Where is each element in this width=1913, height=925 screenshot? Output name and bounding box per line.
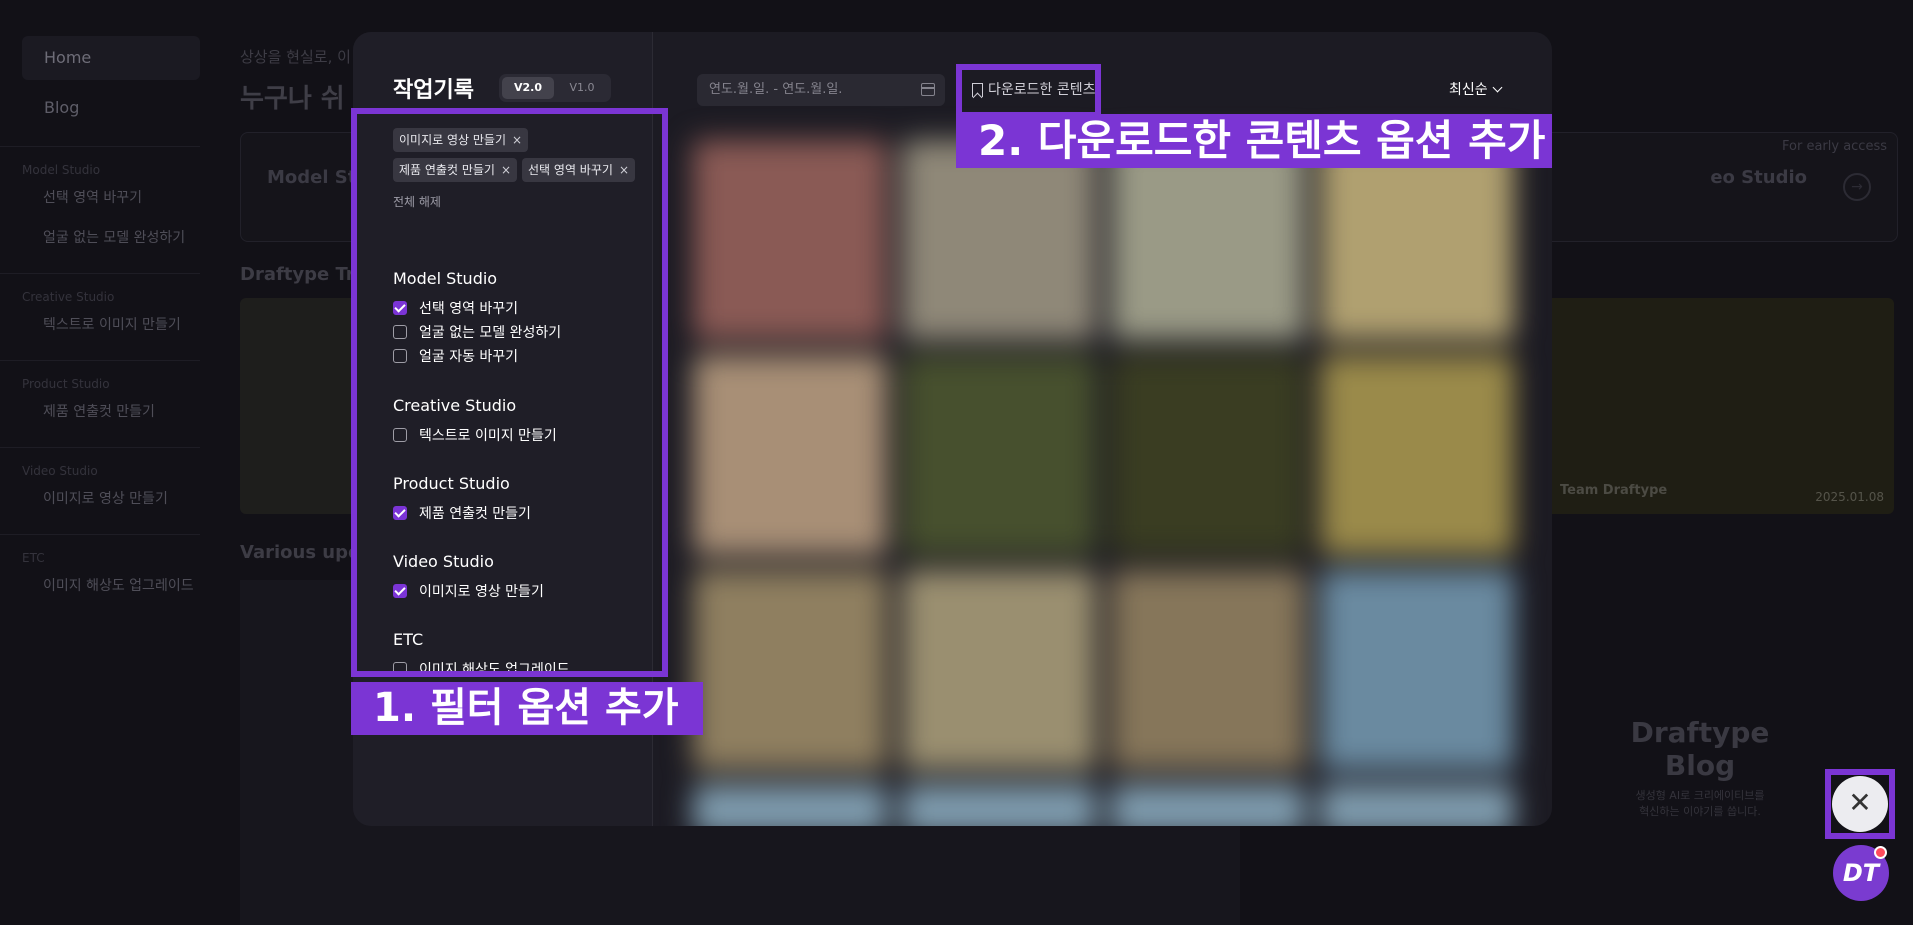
filter-annotation-label: 1. 필터 옵션 추가 <box>351 682 703 735</box>
sidebar-link[interactable]: 얼굴 없는 모델 완성하기 <box>0 217 200 257</box>
trend-image[interactable] <box>240 298 360 514</box>
sidebar-group: ETC 이미지 해상도 업그레이드 <box>0 534 200 605</box>
sidebar-groups: Model Studio 선택 영역 바꾸기 얼굴 없는 모델 완성하기 Creati… <box>0 146 200 605</box>
draftype-chat-button[interactable]: DT <box>1833 845 1889 901</box>
sort-label: 최신순 <box>1449 82 1488 98</box>
content-thumbnail[interactable] <box>693 570 887 770</box>
content-thumbnail[interactable] <box>1320 355 1514 555</box>
content-thumbnail[interactable] <box>1111 785 1305 826</box>
dt-logo: DT <box>1842 859 1880 887</box>
blog-promo-line: 혁신하는 이야기를 씁니다. <box>1639 805 1761 818</box>
sidebar-group-title: Video Studio <box>22 464 98 478</box>
close-icon: ✕ <box>1848 786 1872 819</box>
sidebar-link[interactable]: 제품 연출컷 만들기 <box>0 391 200 431</box>
sidebar-item-blog[interactable]: Blog <box>22 86 200 130</box>
sidebar-group-title: ETC <box>22 551 45 565</box>
version-v1-button[interactable]: V1.0 <box>556 77 608 99</box>
content-thumbnail[interactable] <box>1111 355 1305 555</box>
content-grid <box>693 140 1529 826</box>
content-thumbnail[interactable] <box>902 785 1096 826</box>
sidebar: Home Blog Model Studio 선택 영역 바꾸기 얼굴 없는 모델 … <box>0 0 200 925</box>
sidebar-link[interactable]: 텍스트로 이미지 만들기 <box>0 304 200 344</box>
content-thumbnail[interactable] <box>902 570 1096 770</box>
video-studio-card-title: eo Studio <box>1710 167 1807 188</box>
sidebar-link[interactable]: 이미지 해상도 업그레이드 <box>0 565 200 605</box>
blog-promo-line: 생성형 AI로 크리에이티브를 <box>1635 789 1765 802</box>
date-range-placeholder: 연도.월.일. - 연도.월.일. <box>709 82 843 97</box>
content-thumbnail[interactable] <box>902 355 1096 555</box>
team-label: Team Draftype <box>1560 483 1668 498</box>
content-thumbnail[interactable] <box>1320 140 1514 340</box>
post-date: 2025.01.08 <box>1815 490 1884 504</box>
sidebar-link[interactable]: 선택 영역 바꾸기 <box>0 177 200 217</box>
sidebar-group-title: Model Studio <box>22 163 101 177</box>
chevron-down-icon <box>1492 82 1503 93</box>
early-access-badge: For early access <box>1782 139 1887 154</box>
blog-promo: Draftype Blog 생성형 AI로 크리에이티브를 혁신하는 이야기를 … <box>1600 716 1800 820</box>
content-thumbnail[interactable] <box>1320 785 1514 826</box>
sidebar-group: Model Studio 선택 영역 바꾸기 얼굴 없는 모델 완성하기 <box>0 146 200 257</box>
date-range-input[interactable]: 연도.월.일. - 연도.월.일. <box>697 74 945 106</box>
content-thumbnail[interactable] <box>1320 570 1514 770</box>
calendar-icon[interactable] <box>921 83 935 96</box>
sidebar-group: Creative Studio 텍스트로 이미지 만들기 <box>0 273 200 344</box>
content-thumbnail[interactable] <box>1111 140 1305 340</box>
blog-promo-subtitle: 생성형 AI로 크리에이티브를 혁신하는 이야기를 씁니다. <box>1600 788 1800 820</box>
content-thumbnail[interactable] <box>1111 570 1305 770</box>
content-thumbnail[interactable] <box>902 140 1096 340</box>
sidebar-item-home[interactable]: Home <box>22 36 200 80</box>
content-thumbnail[interactable] <box>693 785 887 826</box>
notification-dot <box>1874 846 1887 859</box>
version-toggle: V2.0 V1.0 <box>499 74 611 102</box>
download-annotation-label: 2. 다운로드한 콘텐츠 옵션 추가 <box>956 114 1552 168</box>
content-thumbnail[interactable] <box>693 355 887 555</box>
trend-image-right[interactable]: Team Draftype 2025.01.08 <box>1540 298 1894 514</box>
sidebar-group-title: Product Studio <box>22 377 110 391</box>
various-section-title: Various upd <box>240 542 361 563</box>
trend-section-title: Draftype Tre <box>240 264 367 285</box>
content-thumbnail[interactable] <box>693 140 887 340</box>
hero-subtitle: 상상을 현실로, 이 <box>240 48 351 66</box>
download-annotation-box <box>956 64 1101 118</box>
hero-title: 누구나 쉬 <box>240 84 345 114</box>
filter-annotation-box <box>351 108 668 677</box>
sidebar-group: Video Studio 이미지로 영상 만들기 <box>0 447 200 518</box>
version-v2-button[interactable]: V2.0 <box>502 77 554 99</box>
sidebar-group: Product Studio 제품 연출컷 만들기 <box>0 360 200 431</box>
sort-dropdown[interactable]: 최신순 <box>1449 78 1503 102</box>
arrow-right-icon[interactable]: → <box>1843 173 1871 201</box>
close-modal-button[interactable]: ✕ <box>1832 776 1888 832</box>
sidebar-group-title: Creative Studio <box>22 290 115 304</box>
sidebar-link[interactable]: 이미지로 영상 만들기 <box>0 478 200 518</box>
modal-title: 작업기록 <box>393 78 474 103</box>
blog-promo-title: Draftype Blog <box>1630 716 1770 782</box>
